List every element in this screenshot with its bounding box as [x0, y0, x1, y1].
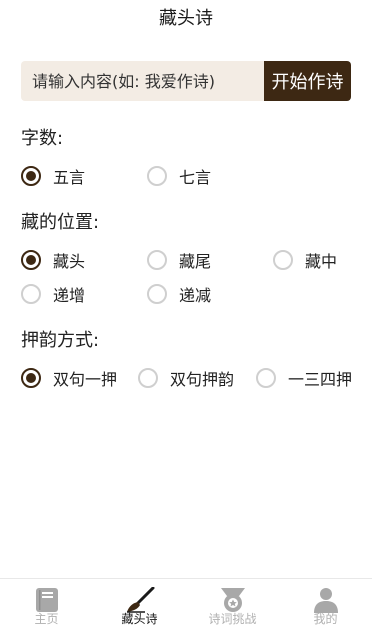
rhyme-label: 押韵方式: — [21, 330, 100, 351]
radio-label: 藏中 — [305, 252, 338, 271]
radio-position-decrease[interactable]: 递减 — [147, 282, 211, 306]
tab-acrostic[interactable]: 藏头诗 — [93, 579, 186, 626]
radio-rhyme-2[interactable]: 双句押韵 — [138, 366, 234, 390]
bottom-tab-bar: 主页 藏头诗 诗词挑战 我的 — [0, 578, 372, 626]
radio-rhyme-1[interactable]: 双句一押 — [21, 366, 117, 390]
tab-label: 我的 — [313, 612, 338, 626]
radio-word-count-5[interactable]: 五言 — [21, 164, 85, 188]
tab-label: 藏头诗 — [121, 612, 158, 626]
radio-label: 藏头 — [53, 252, 86, 271]
start-button[interactable]: 开始作诗 — [264, 61, 351, 101]
radio-label: 递增 — [53, 286, 86, 305]
radio-label: 五言 — [53, 168, 86, 187]
radio-word-count-7[interactable]: 七言 — [147, 164, 211, 188]
radio-unchecked-icon — [21, 284, 41, 304]
radio-rhyme-3[interactable]: 一三四押 — [256, 366, 352, 390]
radio-unchecked-icon — [147, 166, 167, 186]
radio-checked-icon — [21, 368, 41, 388]
content-input[interactable] — [21, 61, 264, 101]
radio-unchecked-icon — [147, 250, 167, 270]
radio-label: 递减 — [179, 286, 212, 305]
radio-unchecked-icon — [256, 368, 276, 388]
input-row: 开始作诗 — [21, 61, 351, 101]
radio-position-head[interactable]: 藏头 — [21, 248, 85, 272]
radio-label: 七言 — [179, 168, 212, 187]
radio-position-increase[interactable]: 递增 — [21, 282, 85, 306]
tab-mine[interactable]: 我的 — [279, 579, 372, 626]
page-title: 藏头诗 — [159, 8, 213, 29]
radio-checked-icon — [21, 250, 41, 270]
radio-position-tail[interactable]: 藏尾 — [147, 248, 211, 272]
tab-label: 主页 — [34, 612, 59, 626]
radio-label: 双句一押 — [53, 370, 118, 389]
radio-unchecked-icon — [273, 250, 293, 270]
radio-label: 一三四押 — [288, 370, 353, 389]
radio-position-middle[interactable]: 藏中 — [273, 248, 337, 272]
radio-label: 双句押韵 — [170, 370, 235, 389]
radio-unchecked-icon — [138, 368, 158, 388]
tab-home[interactable]: 主页 — [0, 579, 93, 626]
tab-label: 诗词挑战 — [208, 612, 257, 626]
radio-label: 藏尾 — [179, 252, 212, 271]
radio-unchecked-icon — [147, 284, 167, 304]
word-count-label: 字数: — [21, 128, 64, 149]
tab-challenge[interactable]: 诗词挑战 — [186, 579, 279, 626]
radio-checked-icon — [21, 166, 41, 186]
position-label: 藏的位置: — [21, 212, 100, 233]
